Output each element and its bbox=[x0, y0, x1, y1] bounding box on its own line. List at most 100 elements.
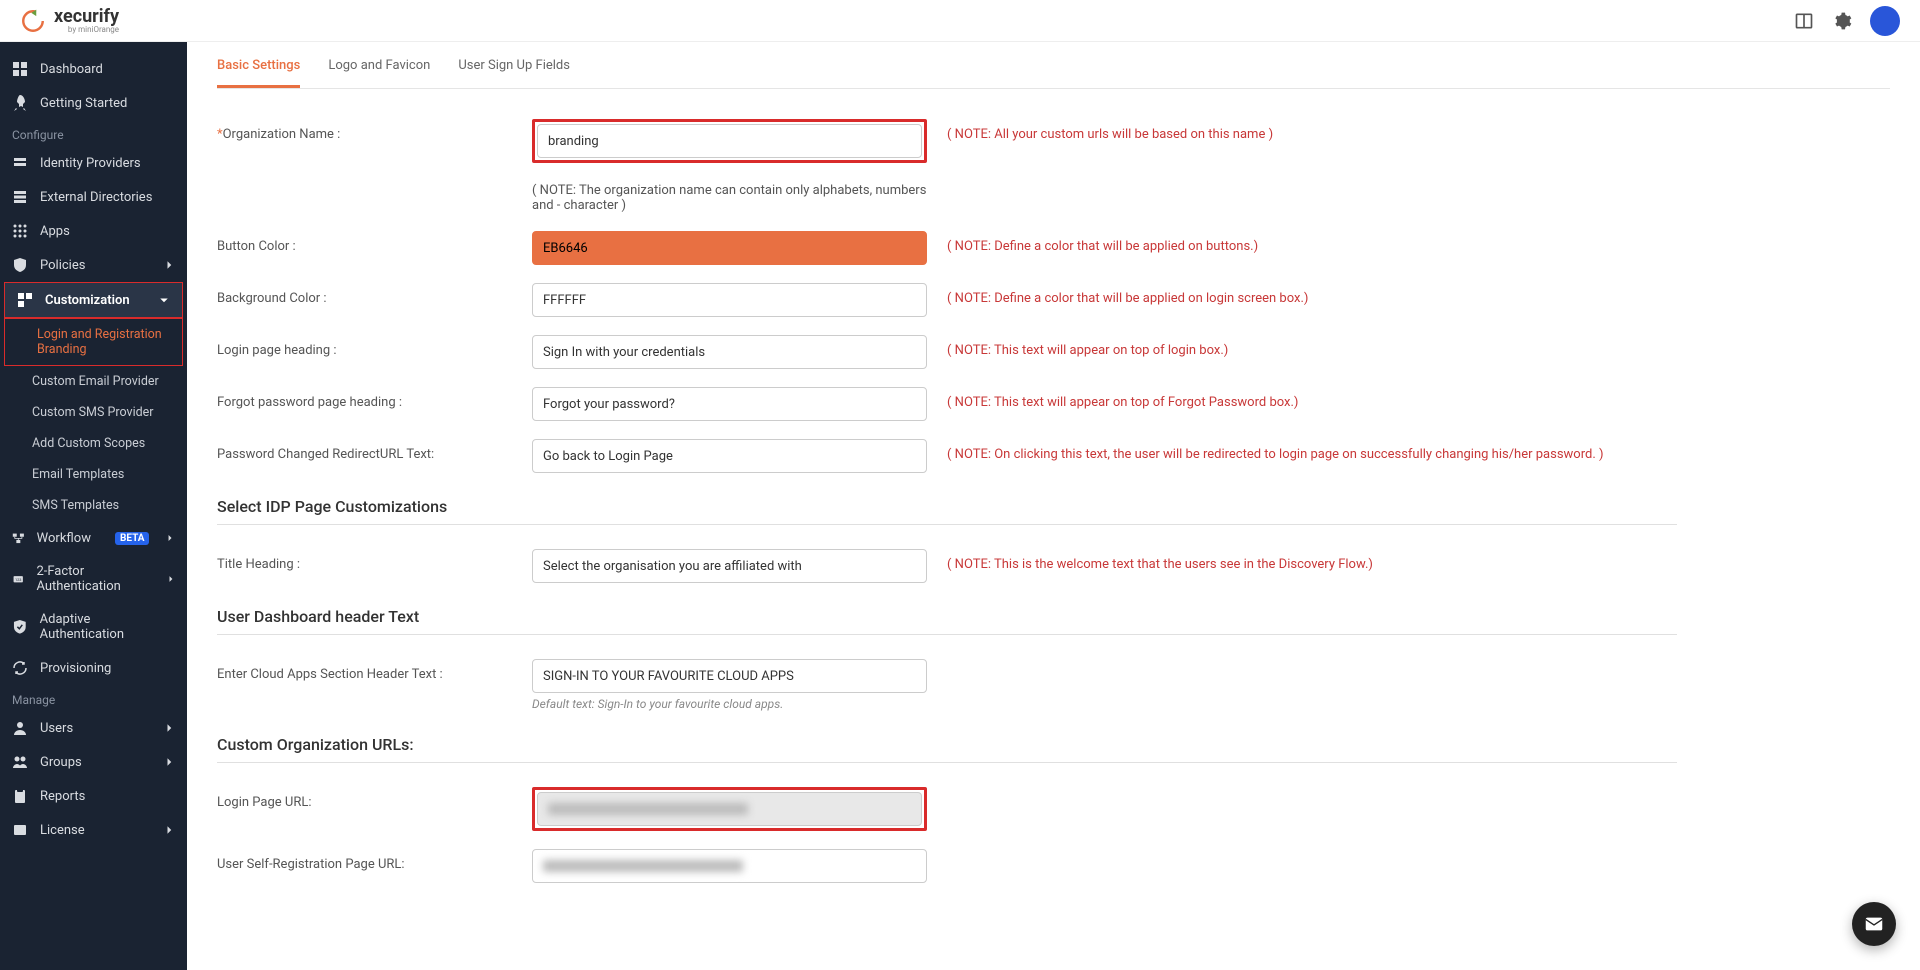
clipboard-icon bbox=[12, 788, 28, 804]
panel-icon[interactable] bbox=[1794, 11, 1814, 31]
tabs: Basic Settings Logo and Favicon User Sig… bbox=[217, 46, 1890, 89]
tab-logo-favicon[interactable]: Logo and Favicon bbox=[328, 46, 430, 88]
chevron-right-icon bbox=[166, 573, 175, 585]
sidebar-item-two-factor[interactable]: 123 2-Factor Authentication bbox=[0, 555, 187, 603]
sidebar-item-apps[interactable]: Apps bbox=[0, 214, 187, 248]
top-header: xecurify by miniOrange bbox=[0, 0, 1920, 42]
chevron-right-icon bbox=[163, 722, 175, 734]
sidebar-item-identity-providers[interactable]: Identity Providers bbox=[0, 146, 187, 180]
sidebar-item-customization[interactable]: Customization bbox=[5, 283, 182, 317]
sync-icon bbox=[12, 660, 28, 676]
header-actions bbox=[1794, 6, 1900, 36]
sidebar-sub-scopes[interactable]: Add Custom Scopes bbox=[0, 428, 187, 459]
bg-color-input[interactable] bbox=[532, 283, 927, 317]
pw-redirect-input[interactable] bbox=[532, 439, 927, 473]
chevron-right-icon bbox=[163, 824, 175, 836]
beta-badge: BETA bbox=[115, 532, 150, 545]
custom-urls-section: Custom Organization URLs: bbox=[217, 735, 1677, 754]
login-heading-note: ( NOTE: This text will appear on top of … bbox=[947, 335, 1677, 358]
sidebar-item-dashboard[interactable]: Dashboard bbox=[0, 52, 187, 86]
apps-icon bbox=[12, 223, 28, 239]
button-color-note: ( NOTE: Define a color that will be appl… bbox=[947, 231, 1677, 254]
sidebar-item-users[interactable]: Users bbox=[0, 711, 187, 745]
sidebar-label: Reports bbox=[40, 789, 85, 804]
sidebar-sub-email-provider[interactable]: Custom Email Provider bbox=[0, 366, 187, 397]
forgot-heading-input[interactable] bbox=[532, 387, 927, 421]
sidebar-label: Identity Providers bbox=[40, 156, 141, 171]
workflow-icon bbox=[12, 530, 25, 546]
sidebar-item-getting-started[interactable]: Getting Started bbox=[0, 86, 187, 120]
button-color-input[interactable] bbox=[532, 231, 927, 265]
sidebar-item-workflow[interactable]: Workflow BETA bbox=[0, 521, 187, 555]
cloud-apps-subnote: Default text: Sign-In to your favourite … bbox=[532, 697, 927, 711]
customize-icon bbox=[17, 292, 33, 308]
idp-icon bbox=[12, 155, 28, 171]
logo-icon bbox=[20, 8, 46, 34]
chevron-right-icon bbox=[163, 259, 175, 271]
mail-icon bbox=[1863, 913, 1885, 935]
user-icon bbox=[12, 720, 28, 736]
rocket-icon bbox=[12, 95, 28, 111]
org-name-label: *Organization Name : bbox=[217, 119, 532, 142]
forgot-heading-label: Forgot password page heading : bbox=[217, 387, 532, 410]
login-url-readonly bbox=[537, 792, 922, 826]
sidebar-sub-sms-templates[interactable]: SMS Templates bbox=[0, 490, 187, 521]
title-heading-note: ( NOTE: This is the welcome text that th… bbox=[947, 549, 1677, 572]
sidebar-label: Provisioning bbox=[40, 661, 111, 676]
button-color-label: Button Color : bbox=[217, 231, 532, 254]
forgot-heading-note: ( NOTE: This text will appear on top of … bbox=[947, 387, 1677, 410]
title-heading-input[interactable] bbox=[532, 549, 927, 583]
idp-section-header: Select IDP Page Customizations bbox=[217, 497, 1677, 516]
sidebar-sub-login-branding[interactable]: Login and Registration Branding bbox=[4, 318, 183, 366]
sidebar-label: Getting Started bbox=[40, 96, 127, 111]
sidebar-label: Workflow bbox=[37, 531, 91, 546]
sidebar-item-reports[interactable]: Reports bbox=[0, 779, 187, 813]
tab-basic-settings[interactable]: Basic Settings bbox=[217, 46, 300, 88]
main-content: Basic Settings Logo and Favicon User Sig… bbox=[187, 42, 1920, 970]
self-reg-url-label: User Self-Registration Page URL: bbox=[217, 849, 532, 872]
self-reg-url-readonly bbox=[532, 849, 927, 883]
tab-signup-fields[interactable]: User Sign Up Fields bbox=[458, 46, 570, 88]
gear-icon[interactable] bbox=[1832, 11, 1852, 31]
pw-redirect-note: ( NOTE: On clicking this text, the user … bbox=[947, 439, 1677, 462]
org-name-input[interactable] bbox=[537, 124, 922, 158]
group-icon bbox=[12, 754, 28, 770]
user-avatar[interactable] bbox=[1870, 6, 1900, 36]
brand-logo: xecurify by miniOrange bbox=[20, 8, 119, 34]
chevron-right-icon bbox=[165, 532, 175, 544]
license-icon bbox=[12, 822, 28, 838]
sidebar-item-policies[interactable]: Policies bbox=[0, 248, 187, 282]
cloud-apps-label: Enter Cloud Apps Section Header Text : bbox=[217, 659, 532, 682]
sidebar-label: Policies bbox=[40, 258, 85, 273]
two-factor-icon: 123 bbox=[12, 571, 24, 587]
sidebar-item-provisioning[interactable]: Provisioning bbox=[0, 651, 187, 685]
pw-redirect-label: Password Changed RedirectURL Text: bbox=[217, 439, 532, 462]
sidebar-sub-email-templates[interactable]: Email Templates bbox=[0, 459, 187, 490]
sidebar-label: Dashboard bbox=[40, 62, 103, 77]
sidebar-label: License bbox=[40, 823, 85, 838]
cloud-apps-input[interactable] bbox=[532, 659, 927, 693]
directories-icon bbox=[12, 189, 28, 205]
sidebar-label: Adaptive Authentication bbox=[40, 612, 175, 642]
title-heading-label: Title Heading : bbox=[217, 549, 532, 572]
brand-name: xecurify bbox=[54, 8, 119, 26]
org-name-highlight bbox=[532, 119, 927, 163]
sidebar-item-groups[interactable]: Groups bbox=[0, 745, 187, 779]
shield-check-icon bbox=[12, 619, 28, 635]
sidebar-section-configure: Configure bbox=[0, 120, 187, 146]
sidebar-label: 2-Factor Authentication bbox=[36, 564, 141, 594]
sidebar-sub-sms-provider[interactable]: Custom SMS Provider bbox=[0, 397, 187, 428]
dashboard-header-section: User Dashboard header Text bbox=[217, 607, 1677, 626]
chevron-right-icon bbox=[163, 756, 175, 768]
dashboard-icon bbox=[12, 61, 28, 77]
sidebar-label: Groups bbox=[40, 755, 82, 770]
sidebar: Dashboard Getting Started Configure Iden… bbox=[0, 42, 187, 970]
chat-fab[interactable] bbox=[1852, 902, 1896, 946]
login-heading-input[interactable] bbox=[532, 335, 927, 369]
bg-color-note: ( NOTE: Define a color that will be appl… bbox=[947, 283, 1677, 306]
sidebar-item-adaptive[interactable]: Adaptive Authentication bbox=[0, 603, 187, 651]
brand-subtitle: by miniOrange bbox=[68, 26, 119, 34]
sidebar-item-external-directories[interactable]: External Directories bbox=[0, 180, 187, 214]
sidebar-label: Customization bbox=[45, 293, 130, 308]
sidebar-item-license[interactable]: License bbox=[0, 813, 187, 847]
